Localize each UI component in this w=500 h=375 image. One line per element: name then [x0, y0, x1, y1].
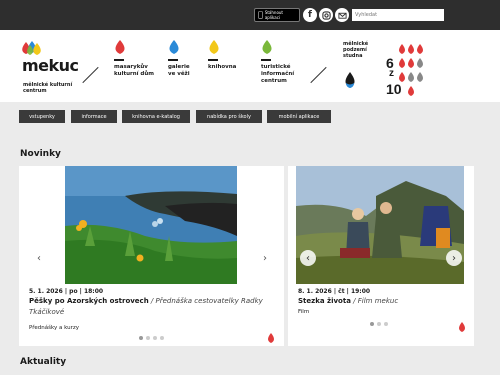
venue-underline — [114, 59, 124, 61]
venue-link-tic[interactable]: turistické informační centrum — [261, 40, 303, 85]
section-title-updates: Aktuality — [20, 357, 67, 367]
logo-wordmark[interactable]: mekuc — [22, 56, 79, 75]
event-card[interactable]: ‹ › 8. 1. 2026 | čt | 19:00 Stezka život… — [288, 166, 474, 346]
apple-icon:  — [258, 11, 263, 19]
carousel-dot[interactable] — [139, 336, 143, 340]
nav-mobile-app-button[interactable]: mobilní aplikace — [267, 110, 331, 123]
event-category: Film — [298, 309, 310, 315]
instagram-icon[interactable] — [319, 8, 333, 22]
venue-link-galerie[interactable]: galerie ve věži — [168, 40, 198, 78]
carousel-dots — [139, 336, 164, 340]
carousel-dot[interactable] — [377, 322, 381, 326]
carousel-dots — [370, 322, 388, 326]
venue-label: masarykův kulturní dům — [114, 64, 155, 77]
carousel-prev-arrow[interactable]: ‹ — [31, 250, 47, 266]
email-icon[interactable] — [335, 8, 349, 22]
carousel-dot[interactable] — [160, 336, 164, 340]
carousel-dot[interactable] — [153, 336, 157, 340]
green-drop-icon — [262, 40, 272, 54]
carousel-dot[interactable] — [384, 322, 388, 326]
event-date: 5. 1. 2026 | po | 18:00 — [29, 288, 104, 295]
event-title-main: Pěšky po Azorských ostrovech — [29, 297, 149, 305]
yellow-drop-icon — [209, 40, 219, 54]
carousel-next-arrow[interactable]: › — [257, 250, 273, 266]
event-title-main: Stezka života — [298, 297, 351, 305]
red-drop-icon — [115, 40, 125, 54]
venue-underline — [168, 59, 178, 61]
app-store-badge[interactable]:  Stáhnout aplikaci — [254, 8, 300, 22]
event-title[interactable]: Stezka života / Film mekuc — [298, 296, 468, 307]
venue-underline — [261, 59, 271, 61]
carousel-dot[interactable] — [370, 322, 374, 326]
event-title[interactable]: Pěšky po Azorských ostrovech / Přednáška… — [29, 296, 269, 318]
venue-label: galerie ve věži — [168, 64, 190, 77]
venue-link-mkd[interactable]: masarykův kulturní dům — [114, 40, 154, 78]
blue-drop-icon — [169, 40, 179, 54]
location-pin-icon — [458, 318, 466, 337]
event-card[interactable]: ‹ › 5. 1. 2026 | po | 18:00 Pěšky po Azo… — [19, 166, 284, 346]
event-photo-azores — [65, 166, 237, 284]
logo-subtitle: mělnické kulturní centrum — [23, 82, 73, 94]
venue-label: turistické informační centrum — [261, 64, 295, 84]
nav-info-button[interactable]: informace — [71, 110, 117, 123]
letter-z: z — [389, 68, 394, 79]
event-date: 8. 1. 2026 | čt | 19:00 — [298, 288, 371, 295]
drops-grid-icon — [399, 44, 423, 96]
partner-logo-text[interactable]: mělnické podzemí studna — [343, 41, 377, 59]
carousel-prev-arrow[interactable]: ‹ — [300, 250, 316, 266]
top-bar:  Stáhnout aplikaci f — [0, 0, 500, 30]
nav-schools-button[interactable]: nabídka pro školy — [196, 110, 262, 123]
section-title-news: Novinky — [20, 149, 61, 159]
event-subtitle: Film mekuc — [357, 297, 399, 305]
water-drop-icon — [343, 72, 357, 94]
nav-library-catalog-button[interactable]: knihovna e-katalog — [122, 110, 190, 123]
location-pin-icon — [267, 329, 275, 348]
venue-link-knihovna[interactable]: knihovna — [208, 40, 248, 71]
event-photo-film — [296, 166, 464, 284]
carousel-dot[interactable] — [146, 336, 150, 340]
venue-label: knihovna — [208, 64, 237, 70]
venue-underline — [208, 59, 218, 61]
event-category: Přednášky a kurzy — [29, 325, 79, 331]
search-input[interactable] — [352, 9, 444, 21]
store-badge-label: Stáhnout aplikaci — [260, 10, 283, 20]
facebook-icon[interactable]: f — [303, 8, 317, 22]
carousel-next-arrow[interactable]: › — [446, 250, 462, 266]
nav-tickets-button[interactable]: vstupenky — [19, 110, 65, 123]
